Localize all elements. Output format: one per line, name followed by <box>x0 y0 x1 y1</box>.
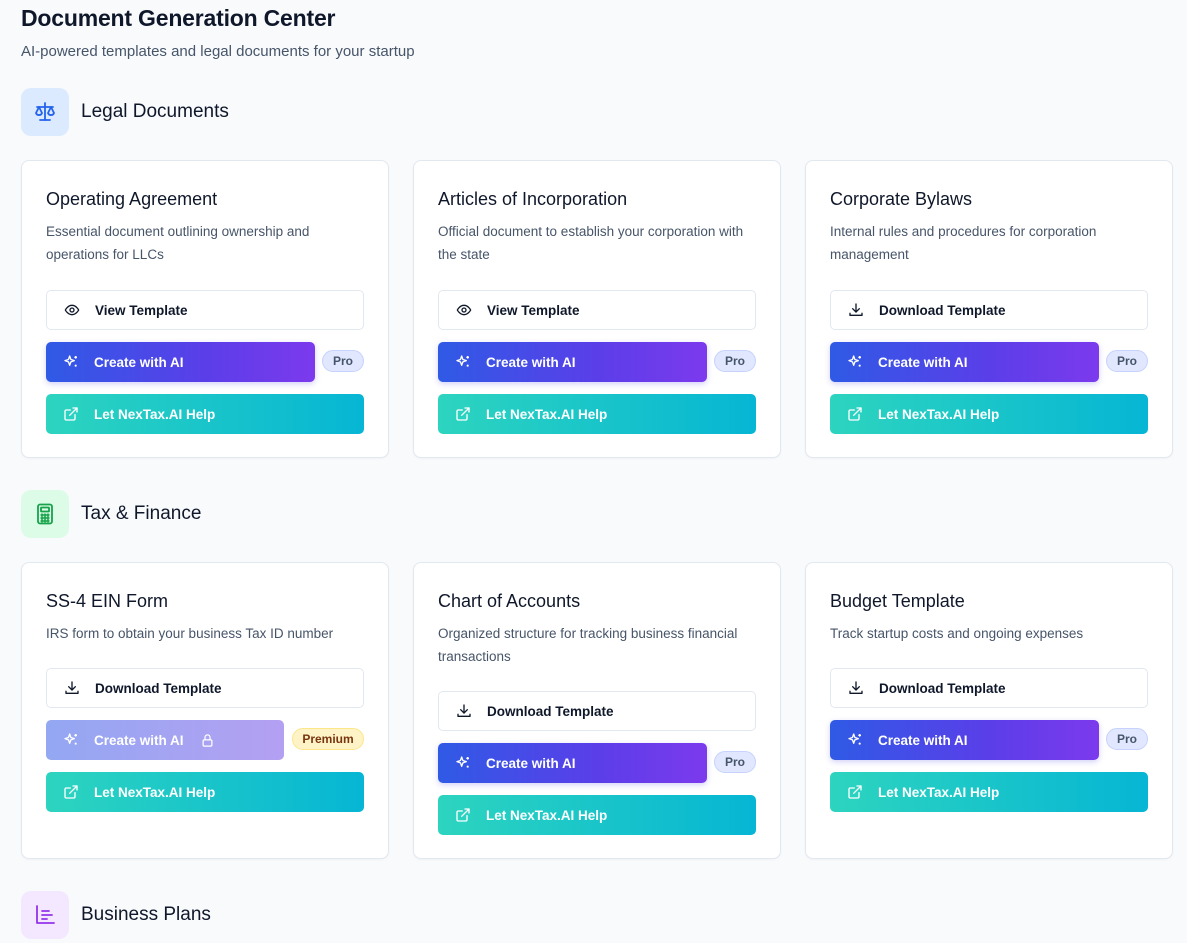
nextax-help-button[interactable]: Let NexTax.AI Help <box>830 394 1148 434</box>
card-description: Essential document outlining ownership a… <box>46 224 310 262</box>
create-with-ai-button[interactable]: Create with AI <box>46 720 284 760</box>
external-link-icon <box>63 406 79 422</box>
document-card-articles-of-incorporation: Articles of Incorporation Official docum… <box>413 160 781 458</box>
button-label: View Template <box>95 302 188 318</box>
scale-icon <box>21 88 69 136</box>
sparkles-icon <box>63 732 79 748</box>
page-subtitle: AI-powered templates and legal documents… <box>21 43 415 60</box>
button-label: Let NexTax.AI Help <box>878 406 1000 422</box>
download-icon <box>848 302 864 318</box>
eye-icon <box>64 302 80 318</box>
section-title: Business Plans <box>81 904 211 925</box>
create-with-ai-button[interactable]: Create with AI <box>46 342 315 382</box>
pro-badge: Pro <box>1106 350 1148 372</box>
create-with-ai-button[interactable]: Create with AI <box>830 720 1099 760</box>
chart-icon <box>21 891 69 939</box>
sparkles-icon <box>847 354 863 370</box>
button-label: Let NexTax.AI Help <box>486 807 608 823</box>
calculator-icon <box>21 490 69 538</box>
document-card-corporate-bylaws: Corporate Bylaws Internal rules and proc… <box>805 160 1173 458</box>
button-label: Download Template <box>95 680 222 696</box>
nextax-help-button[interactable]: Let NexTax.AI Help <box>438 394 756 434</box>
section-header-business-plans: Business Plans <box>21 891 211 939</box>
button-label: View Template <box>487 302 580 318</box>
button-label: Create with AI <box>486 354 576 370</box>
download-template-button[interactable]: Download Template <box>438 691 756 731</box>
button-label: Let NexTax.AI Help <box>878 784 1000 800</box>
create-with-ai-button[interactable]: Create with AI <box>438 743 707 783</box>
create-with-ai-button[interactable]: Create with AI <box>830 342 1099 382</box>
button-label: Create with AI <box>878 732 968 748</box>
button-label: Create with AI <box>486 755 576 771</box>
card-title: Chart of Accounts <box>438 591 581 611</box>
card-description: Internal rules and procedures for corpor… <box>830 224 1097 262</box>
section-title: Tax & Finance <box>81 503 202 524</box>
view-template-button[interactable]: View Template <box>46 290 364 330</box>
document-card-budget-template: Budget Template Track startup costs and … <box>805 562 1173 859</box>
card-title: Articles of Incorporation <box>438 189 628 209</box>
button-label: Create with AI <box>94 732 184 748</box>
button-label: Let NexTax.AI Help <box>486 406 608 422</box>
button-label: Download Template <box>879 302 1006 318</box>
external-link-icon <box>455 807 471 823</box>
pro-badge: Pro <box>714 751 756 773</box>
sparkles-icon <box>847 732 863 748</box>
document-card-operating-agreement: Operating Agreement Essential document o… <box>21 160 389 458</box>
button-label: Create with AI <box>94 354 184 370</box>
page-title: Document Generation Center <box>21 5 336 31</box>
eye-icon <box>456 302 472 318</box>
nextax-help-button[interactable]: Let NexTax.AI Help <box>46 772 364 812</box>
button-label: Create with AI <box>878 354 968 370</box>
download-icon <box>456 703 472 719</box>
external-link-icon <box>847 784 863 800</box>
nextax-help-button[interactable]: Let NexTax.AI Help <box>46 394 364 434</box>
download-icon <box>848 680 864 696</box>
pro-badge: Pro <box>322 350 364 372</box>
sparkles-icon <box>455 755 471 771</box>
document-card-ss4-ein-form: SS-4 EIN Form IRS form to obtain your bu… <box>21 562 389 859</box>
card-description: Track startup costs and ongoing expenses <box>830 626 1084 641</box>
button-label: Download Template <box>879 680 1006 696</box>
button-label: Download Template <box>487 703 614 719</box>
view-template-button[interactable]: View Template <box>438 290 756 330</box>
card-description: Official document to establish your corp… <box>438 224 744 262</box>
card-description: Organized structure for tracking busines… <box>438 626 738 664</box>
card-title: Budget Template <box>830 591 965 611</box>
card-title: Operating Agreement <box>46 189 218 209</box>
card-description: IRS form to obtain your business Tax ID … <box>46 626 334 641</box>
pro-badge: Pro <box>714 350 756 372</box>
download-template-button[interactable]: Download Template <box>46 668 364 708</box>
card-title: Corporate Bylaws <box>830 189 973 209</box>
card-title: SS-4 EIN Form <box>46 591 169 611</box>
button-label: Let NexTax.AI Help <box>94 406 216 422</box>
external-link-icon <box>847 406 863 422</box>
external-link-icon <box>63 784 79 800</box>
download-icon <box>64 680 80 696</box>
nextax-help-button[interactable]: Let NexTax.AI Help <box>830 772 1148 812</box>
nextax-help-button[interactable]: Let NexTax.AI Help <box>438 795 756 835</box>
download-template-button[interactable]: Download Template <box>830 290 1148 330</box>
external-link-icon <box>455 406 471 422</box>
download-template-button[interactable]: Download Template <box>830 668 1148 708</box>
sparkles-icon <box>455 354 471 370</box>
sparkles-icon <box>63 354 79 370</box>
pro-badge: Pro <box>1106 728 1148 750</box>
section-title: Legal Documents <box>81 101 229 122</box>
section-header-legal: Legal Documents <box>21 88 229 136</box>
create-with-ai-button[interactable]: Create with AI <box>438 342 707 382</box>
premium-badge: Premium <box>292 728 364 750</box>
lock-icon <box>200 733 215 748</box>
section-header-tax-finance: Tax & Finance <box>21 490 201 538</box>
document-card-chart-of-accounts: Chart of Accounts Organized structure fo… <box>413 562 781 859</box>
button-label: Let NexTax.AI Help <box>94 784 216 800</box>
